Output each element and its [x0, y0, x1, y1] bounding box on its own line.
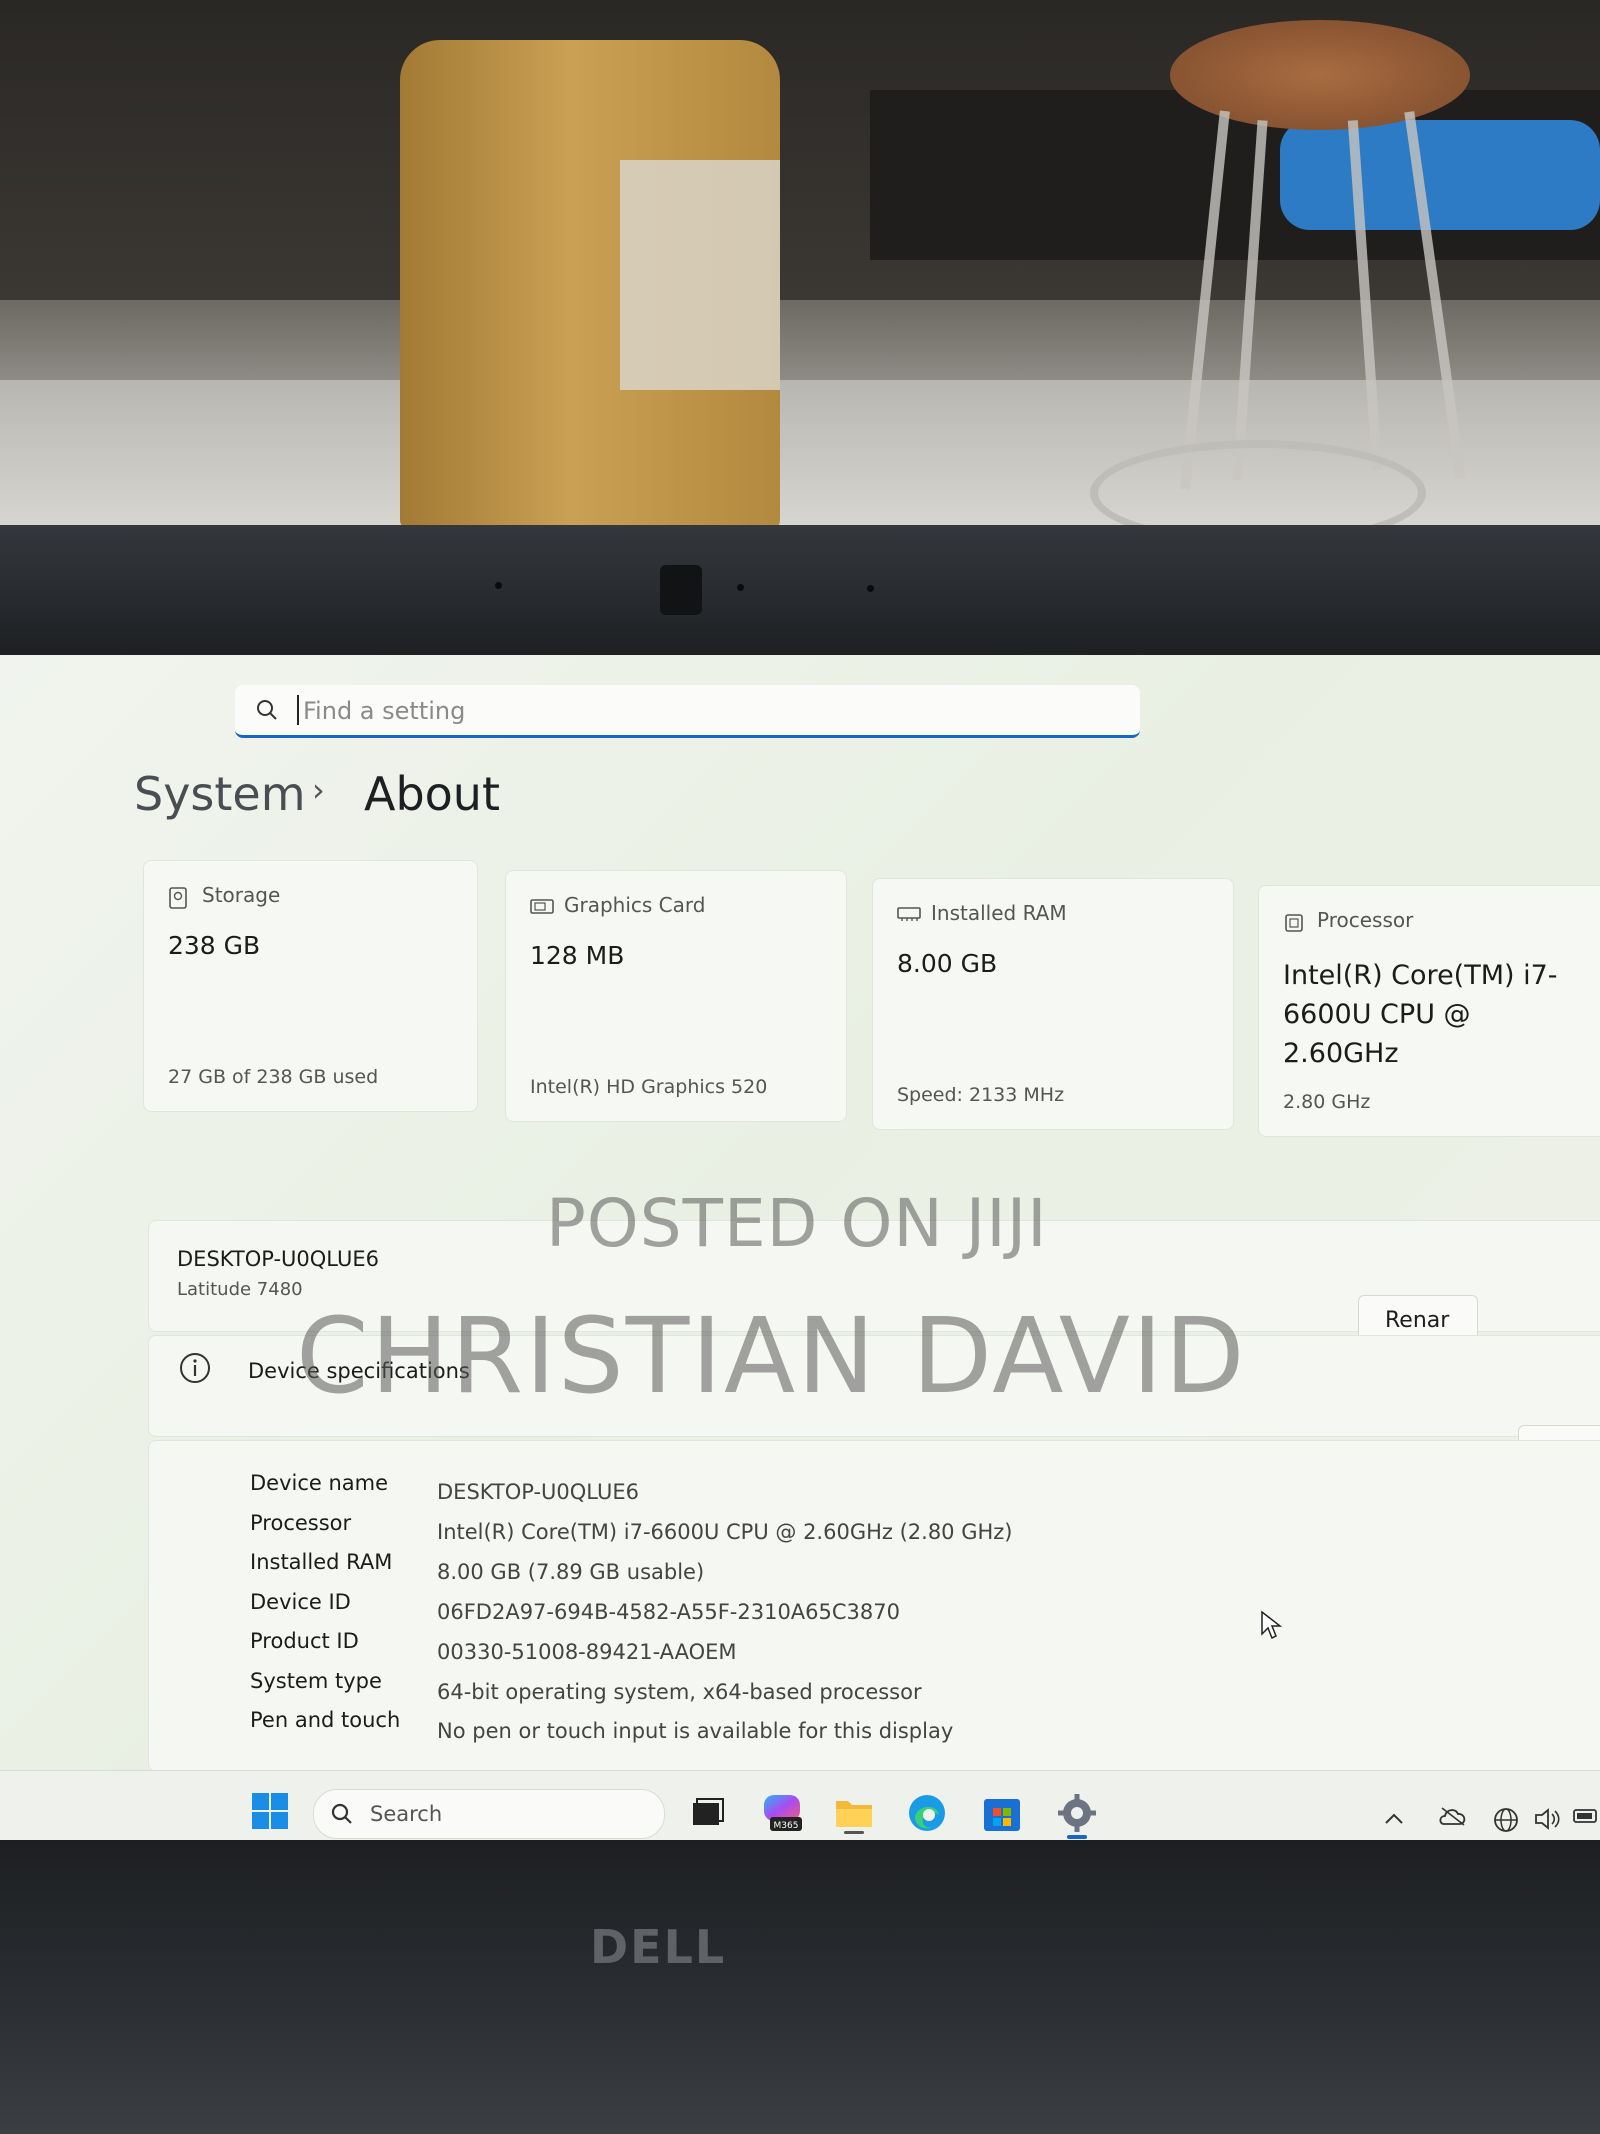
spec-value[interactable]: No pen or touch input is available for t…	[437, 1719, 953, 1743]
taskbar-search-label: Search	[370, 1802, 443, 1826]
settings-icon[interactable]	[1055, 1791, 1099, 1839]
ram-icon	[897, 905, 921, 927]
card-label: Installed RAM	[931, 901, 1067, 925]
search-input[interactable]	[301, 695, 1105, 727]
processor-card[interactable]: Processor Intel(R) Core(TM) i7-6600U CPU…	[1258, 885, 1600, 1137]
settings-search[interactable]	[235, 685, 1140, 738]
mouse-pointer-icon	[1260, 1610, 1284, 1646]
card-value: Intel(R) Core(TM) i7-6600U CPU @ 2.60GHz	[1283, 960, 1558, 1069]
windows-start-icon[interactable]	[250, 1791, 290, 1835]
battery-icon[interactable]	[1572, 1806, 1600, 1832]
card-value: 8.00 GB	[897, 949, 998, 978]
card-value: 128 MB	[530, 941, 625, 970]
spec-value[interactable]: 64-bit operating system, x64-based proce…	[437, 1680, 922, 1704]
spec-label: Device ID	[250, 1590, 351, 1614]
breadcrumb: System › About	[134, 767, 500, 827]
task-view-icon[interactable]	[685, 1791, 729, 1835]
m365-copilot-icon[interactable]: M365	[760, 1791, 804, 1835]
onedrive-icon[interactable]	[1438, 1806, 1468, 1832]
edge-icon[interactable]	[905, 1791, 949, 1835]
card-subtext: Intel(R) HD Graphics 520	[530, 1076, 768, 1098]
file-explorer-icon[interactable]	[832, 1791, 876, 1835]
dell-logo: DELL	[590, 1920, 727, 1974]
device-name: DESKTOP-U0QLUE6	[177, 1247, 379, 1271]
breadcrumb-system[interactable]: System	[134, 767, 306, 821]
webcam-icon	[660, 565, 702, 615]
card-label: Storage	[202, 883, 281, 907]
spec-label: Processor	[250, 1511, 352, 1535]
card-subtext: Speed: 2133 MHz	[897, 1084, 1065, 1106]
device-specifications-title: Device specifications	[178, 1351, 470, 1389]
sensor-dot	[737, 584, 744, 591]
graphics-card-icon	[530, 897, 554, 921]
laptop-bezel-top	[0, 525, 1600, 665]
spec-value[interactable]: Intel(R) Core(TM) i7-6600U CPU @ 2.60GHz…	[437, 1520, 1013, 1544]
sensor-dot	[495, 582, 502, 589]
chevron-up-icon[interactable]	[1383, 1806, 1405, 1831]
device-model: Latitude 7480	[177, 1279, 303, 1300]
processor-icon	[1283, 912, 1305, 938]
spec-value[interactable]: DESKTOP-U0QLUE6	[437, 1480, 639, 1504]
sensor-dot	[867, 585, 874, 592]
storage-card[interactable]: Storage 238 GB 27 GB of 238 GB used	[143, 860, 478, 1112]
graphics-card-card[interactable]: Graphics Card 128 MB Intel(R) HD Graphic…	[505, 870, 847, 1122]
laptop-bezel-bottom	[0, 1840, 1600, 2134]
card-label: Graphics Card	[564, 893, 706, 917]
spec-label: Device name	[250, 1471, 389, 1495]
drum-label	[620, 160, 780, 390]
network-icon[interactable]	[1492, 1806, 1520, 1840]
card-label: Processor	[1317, 908, 1414, 932]
info-icon	[178, 1353, 212, 1389]
watermark-owner: CHRISTIAN DAVID	[296, 1295, 1247, 1417]
card-value: 238 GB	[168, 931, 261, 960]
search-icon	[330, 1802, 354, 1830]
volume-icon[interactable]	[1533, 1806, 1563, 1838]
spec-label: Product ID	[250, 1629, 359, 1653]
search-icon	[255, 698, 279, 726]
spec-label: Pen and touch	[250, 1708, 401, 1732]
breadcrumb-separator: ›	[312, 771, 325, 809]
spec-value[interactable]: 00330-51008-89421-AAOEM	[437, 1640, 737, 1664]
storage-icon	[168, 887, 188, 913]
card-subtext: 27 GB of 238 GB used	[168, 1066, 379, 1088]
card-subtext: 2.80 GHz	[1283, 1091, 1371, 1113]
blue-object	[1280, 120, 1600, 230]
spec-label: Installed RAM	[250, 1550, 393, 1574]
spec-value[interactable]: 8.00 GB (7.89 GB usable)	[437, 1560, 704, 1584]
page-title: About	[364, 767, 501, 821]
watermark-posted-on: POSTED ON JIJI	[546, 1185, 1048, 1262]
installed-ram-card[interactable]: Installed RAM 8.00 GB Speed: 2133 MHz	[872, 878, 1234, 1130]
taskbar-search[interactable]: Search	[313, 1789, 665, 1839]
spec-label: System type	[250, 1669, 382, 1693]
m365-badge-label: M365	[774, 1821, 799, 1831]
text-caret	[297, 695, 299, 725]
stool-seat	[1170, 20, 1470, 130]
photo-background	[0, 0, 1600, 540]
settings-window: System › About Storage 238 GB 27 GB of 2…	[0, 655, 1600, 1855]
spec-value[interactable]: 06FD2A97-694B-4582-A55F-2310A65C3870	[437, 1600, 900, 1624]
microsoft-store-icon[interactable]	[980, 1791, 1024, 1835]
